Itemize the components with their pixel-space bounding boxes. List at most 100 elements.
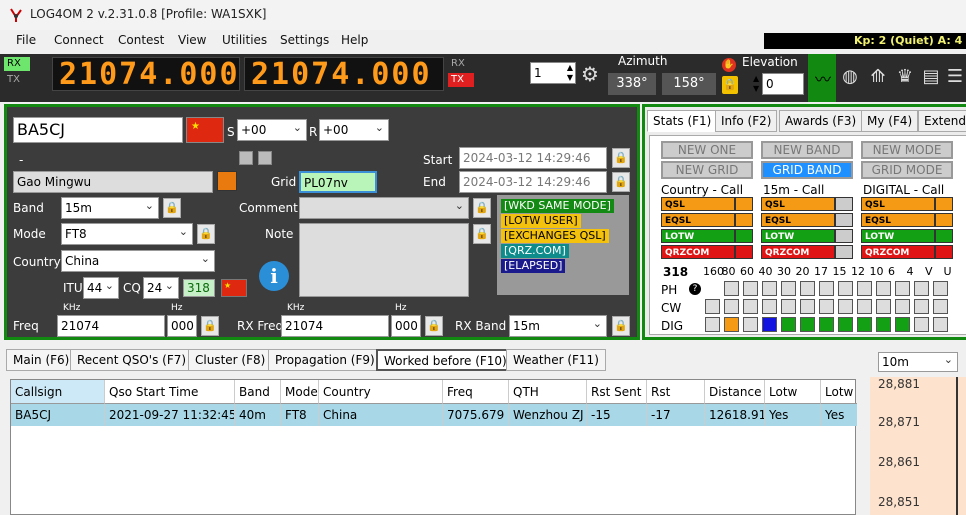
rx-freq-hz-input[interactable]: 000 xyxy=(391,315,421,337)
table-cell[interactable]: -17 xyxy=(647,404,705,426)
rx-indicator-b: RX xyxy=(451,58,465,69)
menu-settings[interactable]: Settings xyxy=(280,33,329,47)
comment-input[interactable] xyxy=(299,197,469,219)
mode-lock-icon[interactable]: 🔒 xyxy=(197,224,215,244)
band-mode-cell xyxy=(705,317,720,332)
start-label: Start xyxy=(423,153,453,167)
table-cell[interactable]: -15 xyxy=(587,404,647,426)
qrz-lookup-icon[interactable] xyxy=(217,171,237,191)
stop-rotator-icon[interactable]: ✋ xyxy=(722,58,736,72)
comment-label: Comment xyxy=(239,201,298,215)
col-header-qso-start[interactable]: Qso Start Time xyxy=(105,380,235,404)
note-lock-icon[interactable]: 🔒 xyxy=(473,224,491,244)
col-header-distance[interactable]: Distance xyxy=(705,380,765,404)
cat-status-icon[interactable]: 〰 xyxy=(808,54,836,102)
table-cell[interactable]: Wenzhou ZJ xyxy=(509,404,587,426)
table-cell[interactable]: China xyxy=(319,404,443,426)
menu-utilities[interactable]: Utilities xyxy=(222,33,267,47)
band-mode-cell xyxy=(705,299,720,314)
server-icon[interactable]: ▤ xyxy=(922,66,940,87)
callsign-input[interactable]: BA5CJ xyxy=(13,117,183,143)
rx-freq-lock-icon[interactable]: 🔒 xyxy=(425,316,443,336)
qsl-sent-checkbox[interactable] xyxy=(239,151,253,165)
note-textarea[interactable] xyxy=(299,223,469,297)
vfo-b-frequency[interactable]: 21074.000 xyxy=(244,57,444,92)
col-header-rst[interactable]: Rst xyxy=(647,380,705,404)
table-cell[interactable]: 12618.91 xyxy=(705,404,765,426)
tab-recent-qsos[interactable]: Recent QSO's (F7) xyxy=(70,349,194,371)
bandmap-band-select[interactable]: 10m xyxy=(878,352,958,372)
name-input[interactable]: Gao Mingwu xyxy=(13,171,213,193)
col-header-lotw[interactable]: Lotw xyxy=(765,380,821,404)
rx-band-lock-icon[interactable]: 🔒 xyxy=(612,316,630,336)
antenna-icon[interactable]: ⟰ xyxy=(866,66,890,87)
vfo-selector[interactable]: 1 ▲ ▼ xyxy=(530,62,576,84)
col-header-country[interactable]: Country xyxy=(319,380,443,404)
crown-icon[interactable]: ♛ xyxy=(894,66,916,87)
freq-lock-icon[interactable]: 🔒 xyxy=(201,316,219,336)
tab-cluster[interactable]: Cluster (F8) xyxy=(188,349,273,371)
comment-lock-icon[interactable]: 🔒 xyxy=(473,198,491,218)
itu-select[interactable]: 44 xyxy=(83,277,119,299)
lock-rotator-icon[interactable]: 🔒 xyxy=(722,76,738,94)
freq-hz-input[interactable]: 000 xyxy=(167,315,197,337)
tab-worked-before[interactable]: Worked before (F10) xyxy=(376,349,515,371)
table-cell[interactable]: 2021-09-27 11:32:45 xyxy=(105,404,235,426)
col-header-lotw-2[interactable]: Lotw xyxy=(821,380,857,404)
rx-band-select[interactable]: 15m xyxy=(509,315,607,337)
rst-sent-select[interactable]: +00 xyxy=(237,119,307,141)
table-cell[interactable]: 7075.679 xyxy=(443,404,509,426)
band-lock-icon[interactable]: 🔒 xyxy=(163,198,181,218)
table-cell[interactable]: FT8 xyxy=(281,404,319,426)
mode-select[interactable]: FT8 xyxy=(61,223,193,245)
elevation-input[interactable]: 0 ▲ ▼ xyxy=(753,73,804,95)
start-lock-icon[interactable]: 🔒 xyxy=(612,148,630,168)
tab-weather[interactable]: Weather (F11) xyxy=(506,349,606,371)
band-mode-cell xyxy=(838,281,853,296)
globe-icon[interactable]: ◍ xyxy=(840,66,860,87)
rx-indicator: RX xyxy=(4,57,30,71)
menu-file[interactable]: File xyxy=(16,33,36,47)
vfo-a-frequency[interactable]: 21074.000 xyxy=(52,57,240,92)
col-header-qth[interactable]: QTH xyxy=(509,380,587,404)
end-lock-icon[interactable]: 🔒 xyxy=(612,172,630,192)
table-row[interactable]: BA5CJ xyxy=(11,404,105,426)
rx-band-label: RX Band xyxy=(455,319,507,333)
tab-propagation[interactable]: Propagation (F9) xyxy=(268,349,382,371)
start-time-input[interactable]: 2024-03-12 14:29:46 xyxy=(459,147,607,169)
freq-khz-input[interactable]: 21074 xyxy=(57,315,165,337)
col-header-mode[interactable]: Mode xyxy=(281,380,319,404)
col-header-rst-sent[interactable]: Rst Sent xyxy=(587,380,647,404)
band-mode-cell xyxy=(876,299,891,314)
band-mode-cell xyxy=(914,299,929,314)
end-time-input[interactable]: 2024-03-12 14:29:46 xyxy=(459,171,607,193)
rx-freq-khz-input[interactable]: 21074 xyxy=(281,315,389,337)
qsl-rcvd-checkbox[interactable] xyxy=(258,151,272,165)
tag-wkd-same-mode: [WKD SAME MODE] xyxy=(501,199,614,213)
list-icon[interactable]: ☰ xyxy=(946,66,964,87)
country-select[interactable]: China xyxy=(61,250,215,272)
menu-view[interactable]: View xyxy=(178,33,206,47)
table-cell[interactable]: Yes xyxy=(765,404,821,426)
band-map[interactable]: 28,881 28,871 28,861 28,851 xyxy=(870,377,966,515)
azimuth-short-path: 338° xyxy=(608,73,656,95)
table-cell[interactable]: Yes xyxy=(821,404,857,426)
cq-select[interactable]: 24 xyxy=(143,277,179,299)
band-mode-cell xyxy=(781,299,796,314)
info-icon[interactable]: i xyxy=(259,261,289,291)
tab-main[interactable]: Main (F6) xyxy=(6,349,77,371)
worked-before-table: Callsign Qso Start Time Band Mode Countr… xyxy=(10,379,857,515)
col-header-band[interactable]: Band xyxy=(235,380,281,404)
menu-help[interactable]: Help xyxy=(341,33,368,47)
rx-hz-label: Hz xyxy=(395,303,407,313)
band-select[interactable]: 15m xyxy=(61,197,159,219)
rst-rcvd-select[interactable]: +00 xyxy=(319,119,389,141)
col-header-callsign[interactable]: Callsign xyxy=(11,380,105,404)
table-cell[interactable]: 40m xyxy=(235,404,281,426)
menu-connect[interactable]: Connect xyxy=(54,33,104,47)
gear-icon[interactable]: ⚙ xyxy=(578,62,602,86)
menu-contest[interactable]: Contest xyxy=(118,33,164,47)
azimuth-label: Azimuth xyxy=(618,54,668,68)
grid-input[interactable]: PL07nv xyxy=(299,171,377,193)
col-header-freq[interactable]: Freq xyxy=(443,380,509,404)
